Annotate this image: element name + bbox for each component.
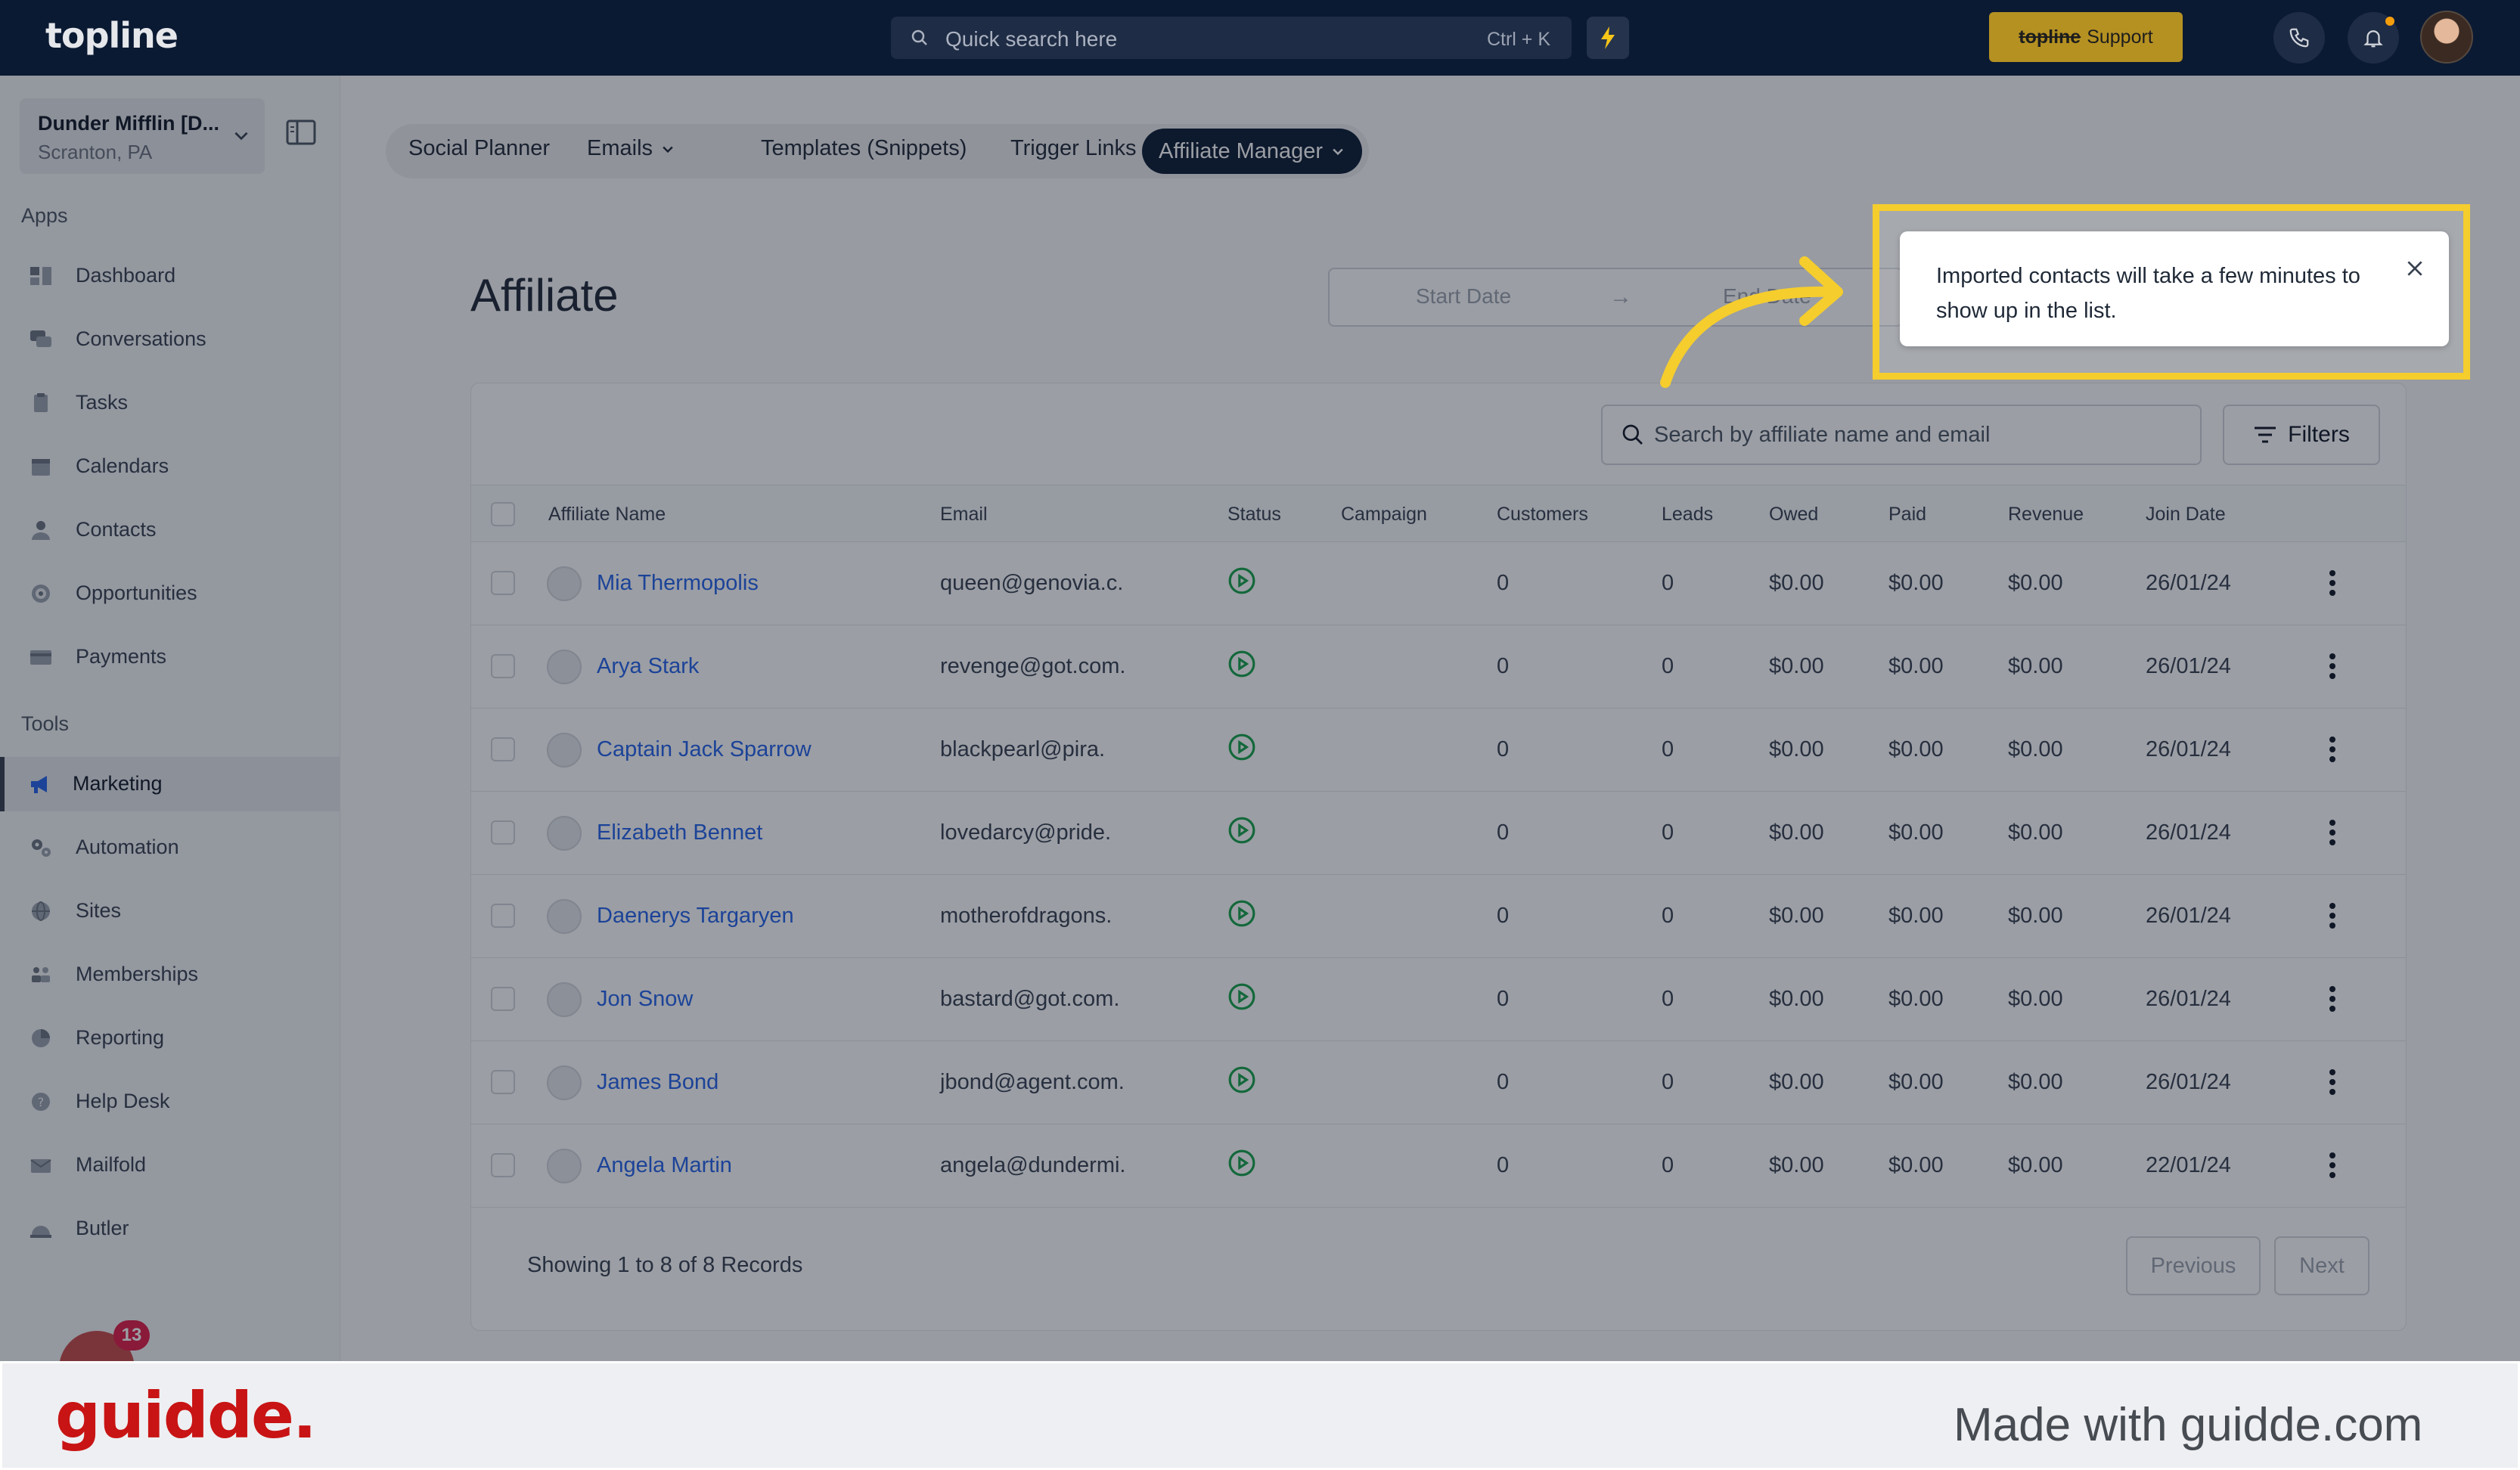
lightning-icon [1601,26,1615,49]
phone-icon [2289,28,2309,48]
support-button[interactable]: topline Support [1989,12,2183,62]
guidde-logo: guidde. [55,1379,317,1453]
import-notification-toast: Imported contacts will take a few minute… [1900,231,2449,346]
quick-search-placeholder: Quick search here [945,27,1118,51]
pointer-arrow-icon [1660,256,1843,388]
search-shortcut: Ctrl + K [1486,29,1550,50]
user-avatar[interactable] [2420,11,2473,64]
close-icon[interactable] [2405,259,2425,278]
support-brand: topline [2019,26,2081,48]
made-with-label: Made with guidde.com [1954,1399,2423,1451]
quick-search[interactable]: Quick search here Ctrl + K [891,17,1572,59]
top-bar: topline Quick search here Ctrl + K topli… [0,0,2520,76]
phone-button[interactable] [2273,12,2325,64]
toast-message: Imported contacts will take a few minute… [1936,264,2360,323]
guidde-footer: guidde. Made with guidde.com [0,1361,2520,1470]
search-icon [911,29,927,45]
app-logo[interactable]: topline [45,15,178,56]
notification-dot [2385,17,2394,26]
notifications-button[interactable] [2348,12,2399,64]
quick-actions-button[interactable] [1587,17,1629,59]
bell-icon [2363,30,2383,48]
support-label: Support [2087,26,2153,48]
